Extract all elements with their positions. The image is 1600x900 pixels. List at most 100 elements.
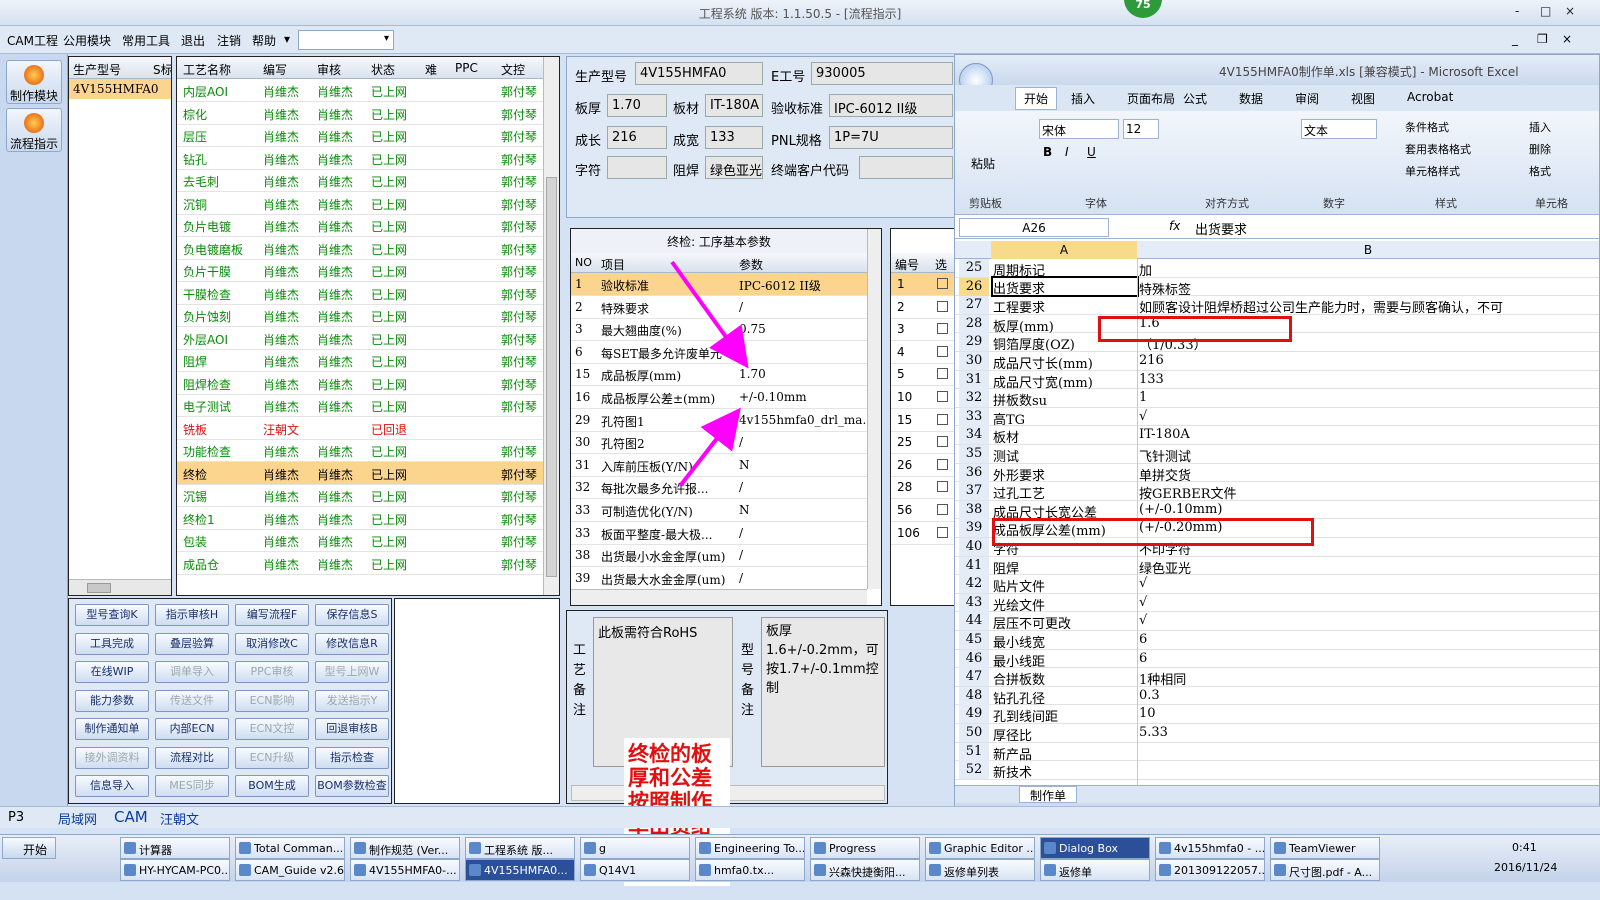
cell-b[interactable]: 绿色亚光 — [1139, 558, 1191, 577]
col-header-a[interactable]: A — [991, 241, 1137, 259]
italic-button[interactable]: I — [1065, 145, 1069, 159]
start-button[interactable]: 开始 — [2, 837, 56, 859]
table-format-button[interactable]: 套用表格格式 — [1405, 141, 1471, 157]
taskbar-item[interactable]: Engineering To... — [695, 837, 805, 859]
cell-a[interactable]: 新技术 — [993, 762, 1032, 781]
cell-b[interactable]: √ — [1139, 576, 1147, 591]
row-number[interactable]: 47 — [959, 668, 989, 687]
cell-a[interactable]: 新产品 — [993, 744, 1032, 763]
font-combo[interactable]: 宋体 — [1039, 119, 1119, 139]
cell-b[interactable]: 1种相同 — [1139, 669, 1186, 688]
sheet-row[interactable]: 38 成品尺寸长宽公差 (+/-0.10mm) — [955, 500, 1599, 521]
taskbar-item[interactable]: 4v155hmfa0 - ... — [1155, 837, 1265, 859]
row-number[interactable]: 40 — [959, 538, 989, 556]
sheet-row[interactable]: 41 阻焊 绿色亚光 — [955, 556, 1599, 577]
row-number[interactable]: 52 — [959, 761, 989, 780]
tab-cam[interactable]: CAM — [114, 808, 148, 826]
row-number[interactable]: 39 — [959, 519, 989, 538]
sheet-row[interactable]: 25 周期标记 加 — [955, 259, 1599, 279]
taskbar-item[interactable]: 制作规范 (Ver... — [350, 837, 460, 859]
taskbar-item[interactable]: 4V155HMFA0-... — [350, 859, 460, 881]
sheet-row[interactable]: 35 测试 飞针测试 — [955, 445, 1599, 465]
taskbar-item[interactable]: 工程系统 版... — [465, 837, 575, 859]
row-number[interactable]: 27 — [959, 296, 989, 315]
cell-b[interactable]: 如顾客设计阻焊桥超过公司生产能力时，需要与顾客确认，不可 — [1139, 297, 1503, 316]
sheet-row[interactable]: 34 板材 IT-180A — [955, 426, 1599, 446]
row-number[interactable]: 50 — [959, 724, 989, 742]
cell-a[interactable]: 成品尺寸宽(mm) — [993, 372, 1093, 391]
ribbon-tab[interactable]: 页面布局 — [1127, 90, 1175, 107]
cell-a[interactable]: 拼板数su — [993, 390, 1047, 409]
sheet-row[interactable]: 45 最小线宽 6 — [955, 631, 1599, 651]
sheet-row[interactable]: 47 合拼板数 1种相同 — [955, 668, 1599, 688]
cell-a[interactable]: 出货要求 — [991, 275, 1139, 297]
sheet-row[interactable]: 32 拼板数su 1 — [955, 389, 1599, 409]
cell-style-button[interactable]: 单元格样式 — [1405, 163, 1460, 179]
ribbon-tab[interactable]: 公式 — [1183, 90, 1207, 107]
row-number[interactable]: 29 — [959, 333, 989, 352]
cell-a[interactable]: 板材 — [993, 427, 1019, 446]
cell-b[interactable]: 加 — [1139, 260, 1152, 279]
sheet-row[interactable]: 36 外形要求 单拼交货 — [955, 463, 1599, 484]
row-number[interactable]: 37 — [959, 482, 989, 501]
cell-a[interactable]: 最小线宽 — [993, 632, 1045, 651]
taskbar-item[interactable]: Q14V1 — [580, 859, 690, 881]
row-number[interactable]: 28 — [959, 314, 989, 333]
cell-b[interactable]: 6 — [1139, 651, 1147, 666]
ribbon-tab[interactable]: 数据 — [1239, 90, 1263, 107]
cell-b[interactable]: (+/-0.10mm) — [1139, 502, 1222, 517]
cell-b[interactable]: 飞针测试 — [1139, 446, 1191, 465]
row-number[interactable]: 38 — [959, 500, 989, 519]
cell-a[interactable]: 过孔工艺 — [993, 483, 1045, 502]
conditional-format-button[interactable]: 条件格式 — [1405, 119, 1449, 135]
col-header-b[interactable]: B — [1137, 241, 1599, 259]
cell-a[interactable]: 测试 — [993, 446, 1019, 465]
row-number[interactable]: 30 — [959, 352, 989, 370]
sheet-row[interactable]: 52 新技术 — [955, 761, 1599, 781]
delete-button[interactable]: 删除 — [1529, 141, 1551, 157]
cell-a[interactable]: 阻焊 — [993, 558, 1019, 577]
taskbar-item[interactable]: 返修单 — [1040, 859, 1150, 881]
formula-input[interactable]: 出货要求 — [1195, 219, 1247, 238]
cell-a[interactable]: 合拼板数 — [993, 669, 1045, 688]
cell-a[interactable]: 最小线距 — [993, 651, 1045, 670]
cell-a[interactable]: 板厚(mm) — [993, 316, 1054, 335]
taskbar-item[interactable]: TeamViewer — [1270, 837, 1380, 859]
cell-b[interactable]: 0.3 — [1139, 688, 1160, 703]
cell-b[interactable]: √ — [1139, 595, 1147, 610]
cell-b[interactable]: 1 — [1139, 390, 1147, 405]
row-number[interactable]: 43 — [959, 593, 989, 612]
ribbon-tab[interactable]: Acrobat — [1407, 90, 1453, 104]
row-number[interactable]: 46 — [959, 649, 989, 668]
row-number[interactable]: 41 — [959, 556, 989, 575]
row-number[interactable]: 42 — [959, 575, 989, 594]
cell-a[interactable]: 高TG — [993, 409, 1025, 428]
cell-a[interactable]: 贴片文件 — [993, 576, 1045, 595]
cell-b[interactable]: 10 — [1139, 706, 1156, 721]
sheet-row[interactable]: 50 厚径比 5.33 — [955, 724, 1599, 744]
taskbar-item[interactable]: g — [580, 837, 690, 859]
cell-b[interactable]: 5.33 — [1139, 725, 1168, 740]
sheet-row[interactable]: 51 新产品 — [955, 742, 1599, 763]
cell-b[interactable]: √ — [1139, 613, 1147, 628]
cell-b[interactable]: 按GERBER文件 — [1139, 483, 1237, 502]
taskbar-item[interactable]: Graphic Editor ... — [925, 837, 1035, 859]
sheet-row[interactable]: 46 最小线距 6 — [955, 649, 1599, 670]
format-button[interactable]: 格式 — [1529, 163, 1551, 179]
sheet-row[interactable]: 31 成品尺寸宽(mm) 133 — [955, 370, 1599, 391]
taskbar-item[interactable]: 兴森快捷衡阳... — [810, 859, 920, 881]
format-combo[interactable]: 文本 — [1301, 119, 1377, 139]
sheet-row[interactable]: 37 过孔工艺 按GERBER文件 — [955, 482, 1599, 502]
function-icon[interactable]: fx — [1169, 219, 1180, 233]
row-number[interactable]: 31 — [959, 370, 989, 389]
sheet-row[interactable]: 26 出货要求 特殊标签 — [955, 275, 1599, 298]
sheet-row[interactable]: 30 成品尺寸长(mm) 216 — [955, 352, 1599, 372]
cell-b[interactable]: 133 — [1139, 372, 1164, 387]
ribbon-tab[interactable]: 插入 — [1071, 90, 1095, 107]
cell-a[interactable]: 铜箔厚度(OZ) — [993, 334, 1075, 353]
taskbar-item[interactable]: 计算器 — [120, 837, 230, 859]
bold-button[interactable]: B — [1043, 145, 1052, 159]
cell-a[interactable]: 工程要求 — [993, 297, 1045, 316]
cell-b[interactable]: IT-180A — [1139, 427, 1190, 442]
sheet-row[interactable]: 27 工程要求 如顾客设计阻焊桥超过公司生产能力时，需要与顾客确认，不可 — [955, 296, 1599, 316]
